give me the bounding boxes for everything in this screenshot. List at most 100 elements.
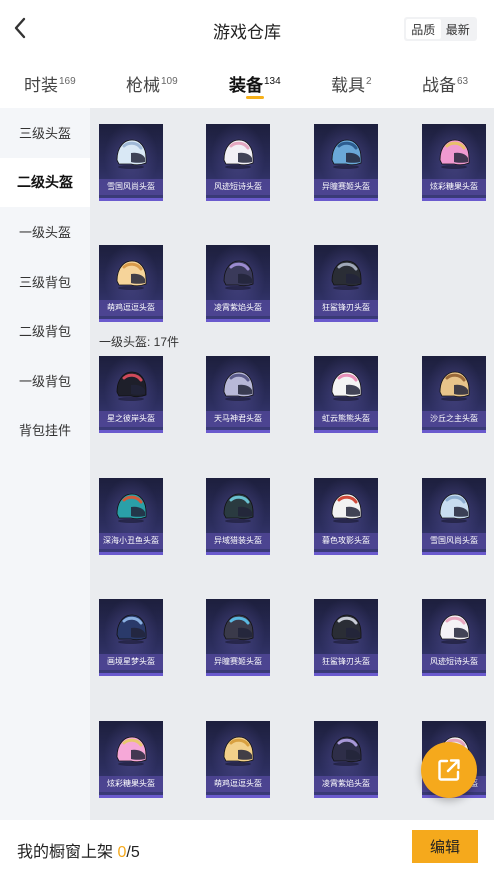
item-name: 深海小丑鱼头盔 [99, 533, 163, 549]
sort-toggle[interactable]: 品质 最新 [404, 17, 477, 41]
helmet-item-card[interactable]: 凌霄紫焰头盔 [206, 245, 270, 322]
helmet-item-card[interactable]: 虹云熊熊头盔 [314, 356, 378, 433]
item-name: 异瞳赛姬头盔 [206, 654, 270, 670]
helmet-icon [439, 139, 470, 169]
helmet-item-card[interactable]: 狂鲨锋刃头盔 [314, 599, 378, 676]
active-tab-indicator [246, 96, 264, 99]
helmet-icon [439, 371, 470, 401]
helmet-item-card[interactable]: 深海小丑鱼头盔 [99, 478, 163, 555]
item-name: 星之彼岸头盔 [99, 411, 163, 427]
helmet-icon [223, 371, 254, 401]
item-name: 沙丘之主头盔 [422, 411, 486, 427]
shelf-label: 我的橱窗上架 [17, 844, 114, 861]
helmet-item-card[interactable]: 雪国风尚头盔 [99, 124, 163, 201]
item-name: 异瞳赛姬头盔 [314, 179, 378, 195]
helmet-item-card[interactable]: 雪国风尚头盔 [422, 478, 486, 555]
sort-newest-option[interactable]: 最新 [441, 19, 476, 39]
item-name: 异域猎装头盔 [206, 533, 270, 549]
helmet-icon [116, 614, 147, 644]
sort-quality-option[interactable]: 品质 [406, 19, 441, 39]
helmet-icon [223, 614, 254, 644]
shelf-total-count: /5 [126, 844, 140, 861]
helmet-item-card[interactable]: 狂鲨锋刃头盔 [314, 245, 378, 322]
bottom-bar: 我的橱窗上架 0/5 编辑 [0, 820, 494, 875]
helmet-icon [331, 614, 362, 644]
helmet-icon [116, 371, 147, 401]
tab-label: 战备 [422, 76, 456, 95]
sidebar-item-backpack-pendant[interactable]: 背包挂件 [0, 405, 90, 455]
sidebar-item-helmet-lv1[interactable]: 一级头盔 [0, 207, 90, 257]
helmet-item-card[interactable]: 异瞳赛姬头盔 [314, 124, 378, 201]
sidebar-item-backpack-lv3[interactable]: 三级背包 [0, 257, 90, 307]
helmet-icon [116, 493, 147, 523]
helmet-icon [331, 371, 362, 401]
item-name: 炫彩糖果头盔 [422, 179, 486, 195]
tab-count: 63 [457, 76, 469, 88]
tab-label: 时装 [24, 76, 58, 95]
item-name: 虹云熊熊头盔 [314, 411, 378, 427]
tab-label: 枪械 [126, 76, 160, 95]
helmet-item-card[interactable]: 炫彩糖果头盔 [422, 124, 486, 201]
item-name: 暮色攻影头盔 [314, 533, 378, 549]
helmet-item-card[interactable]: 萌鸡逗逗头盔 [99, 245, 163, 322]
helmet-item-card[interactable]: 画境星梦头盔 [99, 599, 163, 676]
helmet-item-card[interactable]: 炫彩糖果头盔 [99, 721, 163, 798]
item-name: 天马神君头盔 [206, 411, 270, 427]
helmet-item-card[interactable]: 异瞳赛姬头盔 [206, 599, 270, 676]
helmet-icon [331, 736, 362, 766]
tab-guns[interactable]: 枪械109 [126, 71, 178, 96]
helmet-icon [223, 260, 254, 290]
item-name: 凌霄紫焰头盔 [314, 776, 378, 792]
item-name: 炫彩糖果头盔 [99, 776, 163, 792]
header: 游戏仓库 品质 最新 [0, 0, 494, 58]
helmet-item-card[interactable]: 暮色攻影头盔 [314, 478, 378, 555]
tab-vehicles[interactable]: 载具2 [331, 71, 372, 96]
sidebar-item-backpack-lv1[interactable]: 一级背包 [0, 356, 90, 406]
item-name: 画境星梦头盔 [99, 654, 163, 670]
helmet-icon [439, 493, 470, 523]
edit-button[interactable]: 编辑 [412, 830, 478, 863]
helmet-item-card[interactable]: 星之彼岸头盔 [99, 356, 163, 433]
tab-count: 169 [59, 76, 76, 88]
tab-equipment[interactable]: 装备134 [229, 71, 281, 96]
helmet-icon [331, 493, 362, 523]
helmet-item-card[interactable]: 风迹短诗头盔 [206, 124, 270, 201]
item-name: 萌鸡逗逗头盔 [206, 776, 270, 792]
sidebar-item-helmet-lv2[interactable]: 二级头盔 [0, 157, 90, 207]
tab-combat-gear[interactable]: 战备63 [422, 71, 468, 96]
item-name: 雪国风尚头盔 [422, 533, 486, 549]
helmet-icon [331, 139, 362, 169]
helmet-icon [116, 736, 147, 766]
item-name: 风迹短诗头盔 [422, 654, 486, 670]
tab-count: 134 [264, 76, 281, 88]
helmet-item-card[interactable]: 异域猎装头盔 [206, 478, 270, 555]
tab-count: 109 [161, 76, 178, 88]
item-name: 风迹短诗头盔 [206, 179, 270, 195]
tab-count: 2 [366, 76, 372, 88]
sidebar-item-helmet-lv3[interactable]: 三级头盔 [0, 108, 90, 158]
external-link-icon [438, 759, 460, 781]
helmet-icon [439, 614, 470, 644]
helmet-icon [223, 493, 254, 523]
tab-label: 装备 [229, 76, 263, 95]
sidebar-item-backpack-lv2[interactable]: 二级背包 [0, 306, 90, 356]
item-name: 狂鲨锋刃头盔 [314, 654, 378, 670]
helmet-item-card[interactable]: 凌霄紫焰头盔 [314, 721, 378, 798]
item-name: 狂鲨锋刃头盔 [314, 300, 378, 316]
item-grid: 一级头盔: 17件 雪国风尚头盔 风迹短诗头盔 异瞳赛姬头盔 炫彩糖果头盔 萌鸡逗逗头盔… [90, 108, 494, 820]
item-name: 凌霄紫焰头盔 [206, 300, 270, 316]
tab-fashion[interactable]: 时装169 [24, 71, 76, 96]
share-button[interactable] [421, 742, 477, 798]
item-name: 萌鸡逗逗头盔 [99, 300, 163, 316]
helmet-icon [331, 260, 362, 290]
sidebar: 三级头盔 二级头盔 一级头盔 三级背包 二级背包 一级背包 背包挂件 [0, 108, 90, 820]
helmet-item-card[interactable]: 风迹短诗头盔 [422, 599, 486, 676]
item-name: 雪国风尚头盔 [99, 179, 163, 195]
helmet-icon [116, 260, 147, 290]
helmet-icon [116, 139, 147, 169]
helmet-item-card[interactable]: 萌鸡逗逗头盔 [206, 721, 270, 798]
helmet-item-card[interactable]: 沙丘之主头盔 [422, 356, 486, 433]
section-label-helmet-lv1: 一级头盔: 17件 [99, 335, 180, 349]
helmet-icon [223, 139, 254, 169]
helmet-item-card[interactable]: 天马神君头盔 [206, 356, 270, 433]
